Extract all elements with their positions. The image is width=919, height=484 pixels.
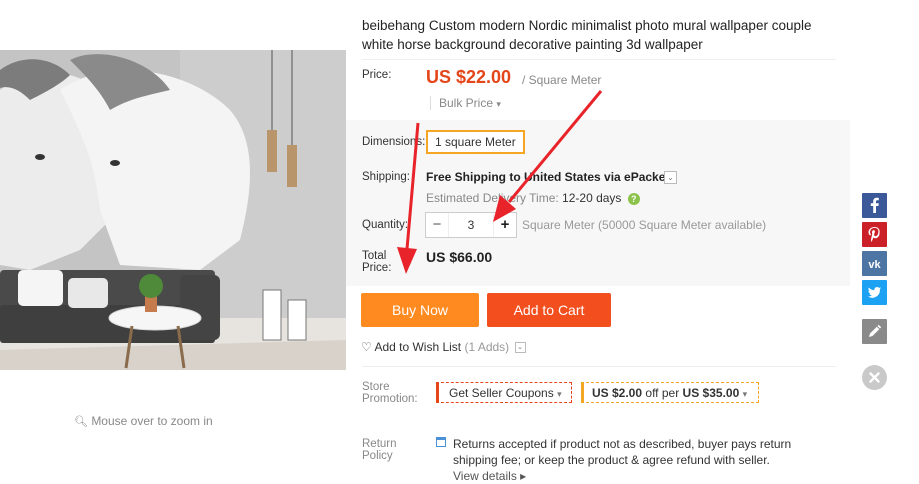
product-detail-panel: beibehang Custom modern Nordic minimalis… (346, 0, 850, 483)
total-price-value: US $66.00 (426, 249, 493, 265)
product-title: beibehang Custom modern Nordic minimalis… (362, 18, 812, 52)
quantity-decrease-button[interactable]: − (426, 213, 449, 237)
edit-icon[interactable] (862, 319, 887, 344)
coupon-label: Get Seller Coupons (449, 386, 554, 400)
get-seller-coupons-button[interactable]: Get Seller Coupons ▾ (436, 382, 572, 403)
quantity-increase-button[interactable]: + (493, 213, 516, 237)
product-image[interactable] (0, 50, 346, 370)
zoom-hint-text: Mouse over to zoom in (91, 414, 213, 428)
return-policy-text: Returns accepted if product not as descr… (453, 436, 833, 484)
bulk-price-label: Bulk Price (439, 96, 494, 110)
return-policy-body: Returns accepted if product not as descr… (453, 437, 792, 467)
wishlist-dropdown-icon[interactable]: ⌄ (514, 342, 526, 354)
shipping-label: Shipping: (362, 171, 410, 183)
delivery-label: Estimated Delivery Time: (426, 191, 559, 205)
discount-mid: off per (645, 386, 680, 400)
twitter-icon[interactable] (862, 280, 887, 305)
product-gallery: 🔍︎ Mouse over to zoom in (0, 0, 346, 476)
store-promotion-label: Store Promotion: (362, 381, 418, 405)
caret-down-icon: ▾ (557, 389, 562, 399)
heart-plus-icon: ♡ (361, 340, 372, 354)
shipping-dropdown-icon[interactable]: ⌄ (664, 171, 677, 184)
return-policy-label: Return Policy (362, 438, 397, 462)
magnifier-icon: 🔍︎ (74, 416, 88, 428)
bulk-price-toggle[interactable]: Bulk Price ▾ (430, 96, 501, 110)
divider (362, 366, 836, 367)
close-icon[interactable] (862, 365, 887, 390)
total-price-label: Total Price: (362, 250, 392, 274)
discount-threshold: US $35.00 (682, 386, 740, 400)
calendar-icon (436, 437, 446, 447)
vk-icon[interactable]: vk (862, 251, 887, 276)
caret-down-icon: ▾ (496, 99, 501, 109)
price-label: Price: (362, 69, 392, 81)
price-unit: / Square Meter (522, 73, 602, 87)
quantity-availability: Square Meter (50000 Square Meter availab… (522, 218, 767, 232)
caret-down-icon: ▾ (742, 389, 748, 399)
zoom-hint: 🔍︎ Mouse over to zoom in (74, 414, 213, 428)
delivery-value: 12-20 days (562, 191, 622, 205)
store-discount-button[interactable]: US $2.00 off per US $35.00 ▾ (581, 382, 759, 403)
wishlist-label: Add to Wish List (374, 340, 462, 354)
shipping-method[interactable]: Free Shipping to United States via ePack… (426, 170, 669, 184)
wishlist-count: (1 Adds) (464, 340, 510, 354)
price-value: US $22.00 (426, 67, 512, 87)
facebook-icon[interactable] (862, 193, 887, 218)
view-details-link[interactable]: View details ▸ (453, 469, 526, 483)
help-icon[interactable]: ? (627, 192, 640, 205)
buy-now-button[interactable]: Buy Now (361, 293, 479, 327)
quantity-label: Quantity: (362, 219, 409, 231)
dimensions-label: Dimensions: (362, 136, 426, 148)
add-to-wishlist[interactable]: ♡ Add to Wish List (1 Adds) ⌄ (361, 340, 526, 354)
quantity-stepper: − 3 + (425, 212, 517, 238)
divider (362, 59, 836, 60)
add-to-cart-button[interactable]: Add to Cart (487, 293, 611, 327)
svg-text:vk: vk (868, 259, 881, 271)
delivery-estimate: Estimated Delivery Time: 12-20 days ? (426, 191, 640, 205)
quantity-input[interactable]: 3 (448, 213, 494, 237)
dimension-option-selected[interactable]: 1 square Meter (426, 130, 525, 154)
discount-amount: US $2.00 (592, 386, 643, 400)
pinterest-icon[interactable] (862, 222, 887, 247)
